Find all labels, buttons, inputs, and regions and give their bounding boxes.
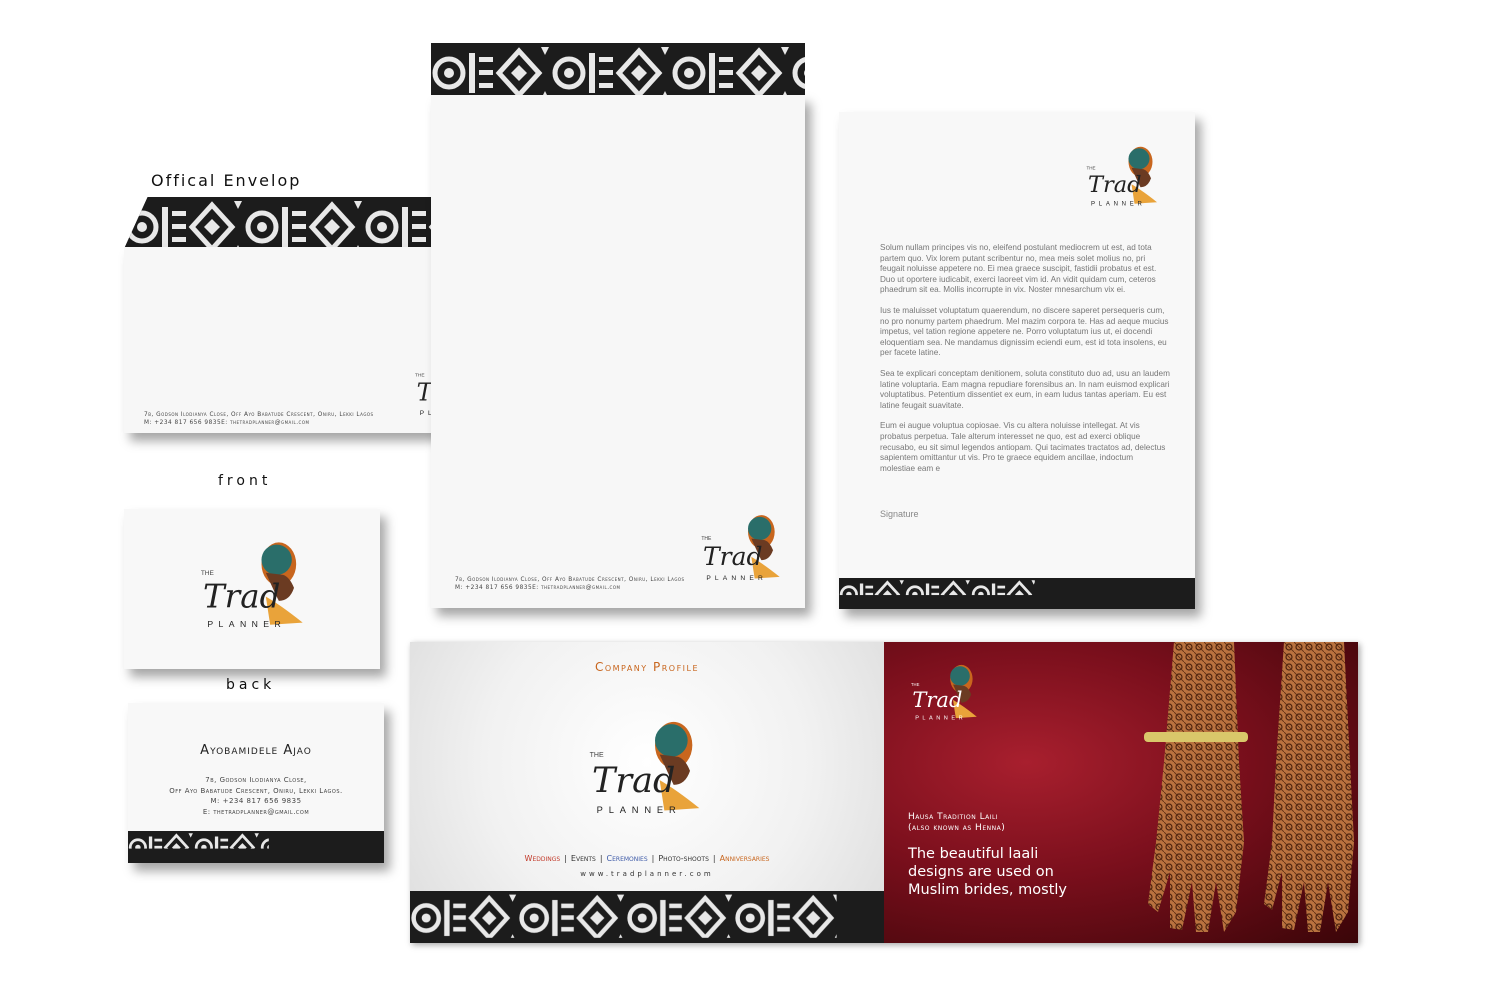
trad-planner-logo-icon: Trad THE PLANNER: [1087, 146, 1157, 207]
envelope-address-line1: 7b, Godson Ilodianya Close, Off Ayo Baba…: [144, 412, 374, 418]
large-envelope-address-line2: M: +234 817 656 9835E: thetradplanner@gm…: [455, 585, 621, 591]
large-envelope-address: 7b, Godson Ilodianya Close, Off Ayo Baba…: [455, 576, 695, 592]
card-contact: 7b, Godson Ilodianya Close, Off Ayo Baba…: [128, 775, 384, 817]
service-weddings: Weddings: [524, 854, 561, 863]
letterhead: Trad THE PLANNER Solum nullam principes …: [839, 112, 1195, 609]
henna-title: Hausa Tradition Laili (also known as Hen…: [908, 812, 1005, 834]
svg-text:PLANNER: PLANNER: [597, 805, 682, 815]
letterhead-paragraph: Ius te maluisset voluptatum quaerendum, …: [880, 305, 1169, 358]
profile-henna-panel: Trad THE PLANNER Hausa Tradition Laili (…: [884, 642, 1358, 943]
svg-text:THE: THE: [1087, 165, 1096, 170]
henna-caption: The beautiful laali designs are used on …: [908, 845, 1067, 899]
henna-hands-image: [1144, 642, 1354, 932]
card-address2: Off Ayo Babatude Crescent, Oniru, Lekki …: [169, 786, 343, 795]
card-name: Ayobamidele Ajao: [200, 743, 312, 758]
svg-text:Trad: Trad: [912, 688, 962, 712]
svg-text:PLANNER: PLANNER: [915, 716, 966, 722]
henna-caption-line2: designs are used on: [908, 864, 1054, 880]
profile-website: www.tradplanner.com: [580, 870, 714, 878]
envelope-caption: Offical Envelop: [151, 171, 302, 190]
card-back-pattern: [128, 831, 384, 863]
card-front-logo: Trad THE PLANNER: [190, 539, 320, 639]
letterhead-body: Solum nullam principes vis no, eleifend …: [880, 243, 1170, 484]
profile-logo: Trad THE PLANNER: [578, 718, 718, 826]
service-ceremonies: Ceremonies: [606, 854, 648, 863]
svg-text:THE: THE: [201, 570, 215, 577]
letterhead-paragraph: Solum nullam principes vis no, eleifend …: [880, 243, 1157, 295]
large-envelope-address-line1: 7b, Godson Ilodianya Close, Off Ayo Baba…: [455, 577, 685, 583]
card-address1: 7b, Godson Ilodianya Close,: [205, 776, 307, 784]
profile-services: Weddings | Events | Ceremonies | Photo-shoots |…: [410, 848, 884, 866]
large-envelope-logo: Trad THE PLANNER: [693, 511, 793, 591]
henna-panel-logo: Trad THE PLANNER: [904, 662, 988, 728]
profile-left-panel: Company Profile Trad THE PLANNER Wedding…: [410, 642, 884, 943]
svg-text:PLANNER: PLANNER: [706, 575, 767, 582]
letterhead-logo: Trad THE PLANNER: [1079, 144, 1169, 214]
profile-heading: Company Profile: [594, 660, 700, 674]
service-events: Events: [570, 854, 596, 863]
svg-text:THE: THE: [415, 373, 425, 379]
front-caption: front: [218, 473, 272, 489]
henna-caption-line1: The beautiful laali: [908, 846, 1039, 862]
letterhead-paragraph: Eum ei augue voluptua copiosae. Vis cu a…: [880, 421, 1166, 473]
trad-planner-logo-icon: Trad THE PLANNER: [590, 721, 700, 815]
card-email: E: thetradplanner@gmail.com: [202, 807, 310, 816]
letterhead-signature: Signature: [880, 509, 919, 519]
svg-text:Trad: Trad: [592, 761, 675, 801]
svg-text:Trad: Trad: [203, 577, 280, 615]
profile-pattern: [410, 891, 884, 943]
service-photoshoots: Photo-shoots: [658, 854, 709, 863]
envelope-address: 7b, Godson Ilodianya Close, Off Ayo Baba…: [144, 411, 404, 427]
back-caption: back: [226, 677, 276, 693]
svg-text:THE: THE: [911, 682, 920, 687]
business-card-front: Trad THE PLANNER: [124, 509, 380, 669]
henna-title-line1: Hausa Tradition Laili: [908, 812, 999, 822]
business-card-back: Ayobamidele Ajao 7b, Godson Ilodianya Cl…: [128, 703, 384, 863]
large-envelope-flap-pattern: [431, 43, 805, 99]
henna-caption-line3: Muslim brides, mostly: [908, 882, 1067, 898]
large-envelope: Trad THE PLANNER 7b, Godson Ilodianya Cl…: [431, 95, 805, 608]
trad-planner-logo-icon: Trad THE PLANNER: [911, 664, 977, 722]
company-profile: Company Profile Trad THE PLANNER Wedding…: [410, 642, 1358, 943]
svg-text:PLANNER: PLANNER: [1091, 201, 1146, 207]
svg-text:THE: THE: [590, 752, 604, 759]
henna-title-line2: (also known as Henna): [908, 823, 1006, 833]
svg-text:THE: THE: [701, 536, 712, 542]
service-anniversaries: Anniversaries: [719, 854, 770, 863]
svg-text:Trad: Trad: [703, 542, 763, 571]
svg-text:PLANNER: PLANNER: [207, 619, 286, 629]
letterhead-paragraph: Sea te explicari conceptam denitionem, s…: [880, 368, 1170, 410]
trad-planner-logo-icon: Trad THE PLANNER: [201, 542, 303, 629]
card-mobile: M: +234 817 656 9835: [210, 797, 302, 805]
envelope-address-line2: M: +234 817 656 9835E: thetradplanner@gm…: [144, 420, 310, 426]
letterhead-pattern: [839, 578, 1195, 609]
svg-text:Trad: Trad: [1088, 172, 1142, 198]
trad-planner-logo-icon: Trad THE PLANNER: [701, 515, 780, 582]
